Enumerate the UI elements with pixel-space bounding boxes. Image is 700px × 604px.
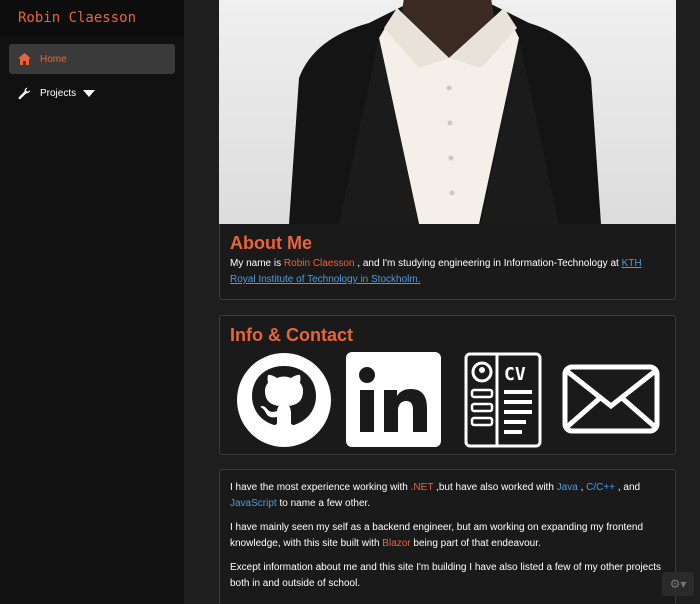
linkedin-icon[interactable]: [346, 352, 441, 452]
contact-title: Info & Contact: [230, 325, 353, 345]
svg-text:CV: CV: [504, 364, 526, 385]
java-highlight: Java: [556, 482, 578, 493]
mail-icon[interactable]: [562, 352, 660, 439]
brand-title[interactable]: Robin Claesson: [0, 0, 184, 36]
about-text-part: My name is: [230, 258, 284, 269]
skills-text: ,but have also worked with: [433, 482, 557, 493]
sidebar-item-home[interactable]: Home: [9, 44, 175, 74]
about-text-part: , and I'm studying engineering in Inform…: [354, 258, 622, 269]
skills-text: ,: [577, 482, 587, 493]
sidebar-nav: Home Projects: [0, 36, 184, 108]
skills-paragraph-2: I have mainly seen my self as a backend …: [230, 520, 665, 552]
about-card: About Me My name is Robin Claesson , and…: [219, 224, 676, 300]
net-highlight: .NET: [410, 482, 434, 493]
home-icon: [18, 52, 34, 66]
wrench-icon: [18, 86, 34, 100]
skills-card: I have the most experience working with …: [219, 469, 676, 604]
github-icon[interactable]: [236, 352, 332, 453]
cv-icon[interactable]: CV: [464, 352, 542, 453]
contact-card: Info & Contact CV: [219, 315, 676, 455]
chevron-down-icon[interactable]: [83, 89, 96, 97]
sidebar: Robin Claesson Home Projects: [0, 0, 184, 604]
sidebar-item-label: Home: [40, 53, 67, 65]
sidebar-item-projects[interactable]: Projects: [9, 78, 175, 108]
about-text: My name is Robin Claesson , and I'm stud…: [230, 256, 665, 288]
about-title: About Me: [230, 233, 312, 253]
settings-button[interactable]: ⚙▾: [662, 572, 694, 596]
cpp-highlight: C/C++: [586, 482, 616, 493]
skills-text: I have the most experience working with: [230, 482, 411, 493]
blazor-highlight: Blazor: [382, 538, 411, 549]
skills-paragraph-3: Except information about me and this sit…: [230, 562, 662, 589]
profile-photo: [219, 0, 676, 224]
javascript-highlight: JavaScript: [230, 498, 277, 509]
gear-icon: ⚙▾: [669, 577, 687, 591]
skills-text: being part of that endeavour.: [410, 538, 541, 549]
name-highlight: Robin Claesson: [283, 258, 355, 269]
skills-paragraph-1: I have the most experience working with …: [230, 480, 665, 512]
skills-text: to name a few other.: [276, 498, 371, 509]
sidebar-item-label: Projects: [40, 87, 77, 99]
skills-text: , and: [615, 482, 641, 493]
main-content: About Me My name is Robin Claesson , and…: [184, 0, 700, 604]
contact-links: CV: [230, 346, 665, 448]
